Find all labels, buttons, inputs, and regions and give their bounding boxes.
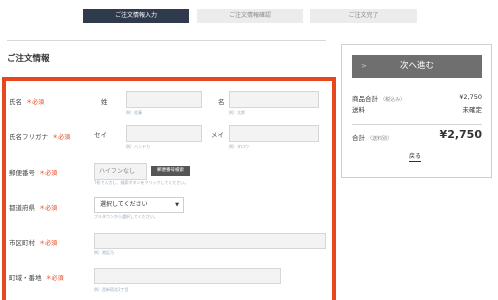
order-form-highlight: [2, 77, 336, 300]
name-label: 氏名 ＊必須: [9, 98, 45, 106]
step-order-input: ご注文情報入力: [83, 9, 189, 23]
city-label: 市区町村 ＊必須: [9, 239, 58, 247]
first-name-label: 名: [218, 98, 225, 106]
page-title: ご注文情報: [7, 54, 50, 64]
total-label: 合計 （送料別）: [352, 134, 393, 142]
last-kana-input[interactable]: [126, 125, 202, 142]
street-label: 町域・番地 ＊必須: [9, 274, 64, 282]
last-name-label: 姓: [101, 98, 108, 106]
postal-input[interactable]: ハイフンなし: [94, 163, 147, 180]
last-name-hint: 例）佐藤: [126, 110, 142, 115]
subtotal-value: ¥2,750: [459, 93, 482, 101]
last-kana-label: セイ: [94, 131, 107, 139]
step-order-confirm: ご注文情報確認: [197, 9, 303, 23]
street-hint: 例）西新宿北2丁目: [94, 287, 129, 292]
first-kana-label: メイ: [211, 131, 224, 139]
last-name-input[interactable]: [126, 91, 202, 108]
first-name-input[interactable]: [229, 91, 319, 108]
required-badge: ＊必須: [39, 170, 58, 177]
subtotal-label: 商品合計 （税込み）: [352, 95, 406, 103]
prefecture-label: 都道府県 ＊必須: [9, 204, 58, 212]
city-input[interactable]: [94, 233, 326, 249]
required-badge: ＊必須: [52, 134, 71, 141]
last-kana-hint: 例）ハンドカ: [126, 144, 150, 149]
first-name-hint: 例）太郎: [229, 110, 245, 115]
required-badge: ＊必須: [45, 275, 64, 282]
step-order-complete: ご注文完了: [310, 9, 417, 23]
prefecture-select[interactable]: 選択してください ▼: [94, 197, 184, 213]
first-kana-hint: 例）タロウ: [229, 144, 249, 149]
postal-search-button[interactable]: 郵便番号検索: [151, 166, 190, 176]
kana-label: 氏名フリガナ ＊必須: [9, 133, 71, 141]
chevron-right-icon: >: [361, 62, 367, 70]
next-button[interactable]: > 次へ進む: [352, 55, 482, 78]
shipping-label: 送料: [352, 106, 365, 114]
required-badge: ＊必須: [39, 205, 58, 212]
back-link[interactable]: 戻る: [409, 153, 422, 162]
divider: [7, 40, 326, 41]
street-input[interactable]: [94, 268, 281, 284]
required-badge: ＊必須: [39, 240, 58, 247]
prefecture-hint: プルダウンから選択してください。: [94, 214, 158, 219]
postal-label: 郵便番号 ＊必須: [9, 169, 58, 177]
first-kana-input[interactable]: [229, 125, 319, 142]
city-hint: 例）港区乃: [94, 250, 114, 255]
postal-hint: 7桁で入力し、検索ボタンをクリックしてください。: [94, 180, 189, 185]
required-badge: ＊必須: [26, 99, 45, 106]
shipping-value: 未確定: [462, 106, 483, 114]
total-value: ¥2,750: [439, 128, 482, 141]
divider: [352, 124, 482, 125]
chevron-down-icon: ▼: [175, 202, 179, 208]
